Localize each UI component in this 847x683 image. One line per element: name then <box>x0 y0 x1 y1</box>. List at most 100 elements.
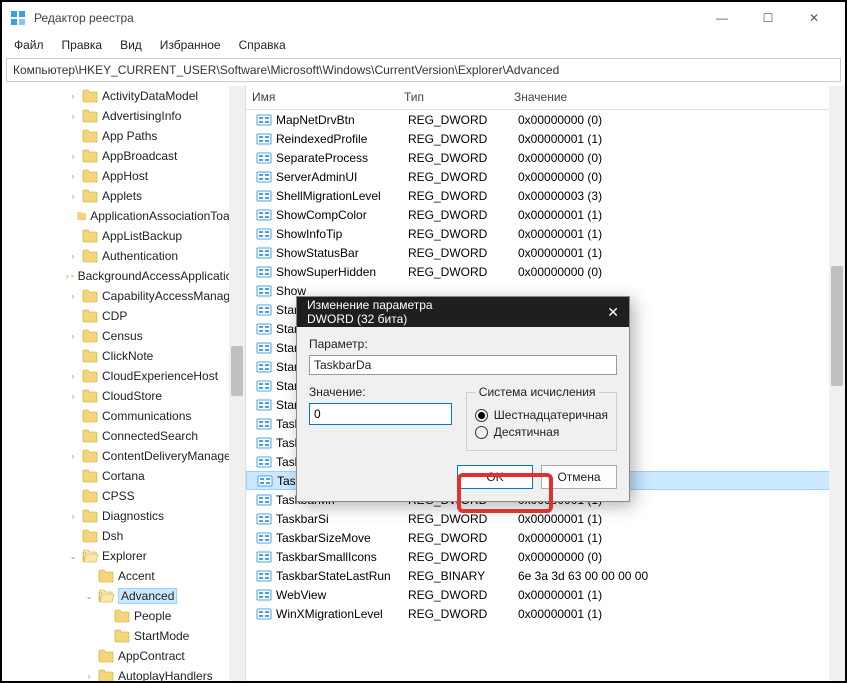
list-row[interactable]: TaskbarSiREG_DWORD0x00000001 (1) <box>246 509 845 528</box>
tree-item-capabilityaccessmanager[interactable]: ›CapabilityAccessManager <box>2 286 245 306</box>
cell-type: REG_DWORD <box>408 531 518 545</box>
menu-file[interactable]: Файл <box>6 36 52 54</box>
tree-item-authentication[interactable]: ›Authentication <box>2 246 245 266</box>
tree-item-label: AutoplayHandlers <box>118 669 213 681</box>
tree-item-clicknote[interactable]: ClickNote <box>2 346 245 366</box>
menu-favorites[interactable]: Избранное <box>152 36 229 54</box>
tree-scrollbar[interactable] <box>229 86 245 681</box>
list-row[interactable]: MapNetDrvBtnREG_DWORD0x00000000 (0) <box>246 110 845 129</box>
tree-pane[interactable]: ›ActivityDataModel›AdvertisingInfoApp Pa… <box>2 86 246 681</box>
chevron-icon[interactable]: › <box>66 512 80 521</box>
tree-item-communications[interactable]: Communications <box>2 406 245 426</box>
close-button[interactable]: ✕ <box>791 2 837 34</box>
tree-item-applistbackup[interactable]: AppListBackup <box>2 226 245 246</box>
column-type[interactable]: Тип <box>398 86 508 109</box>
chevron-icon[interactable]: ⌄ <box>66 552 80 561</box>
chevron-icon[interactable]: › <box>66 372 80 381</box>
tree-item-dsh[interactable]: Dsh <box>2 526 245 546</box>
list-row[interactable]: WinXMigrationLevelREG_DWORD0x00000001 (1… <box>246 604 845 623</box>
tree-item-census[interactable]: ›Census <box>2 326 245 346</box>
maximize-button[interactable]: ☐ <box>745 2 791 34</box>
chevron-icon[interactable]: › <box>66 152 80 161</box>
address-bar[interactable]: Компьютер\HKEY_CURRENT_USER\Software\Mic… <box>6 58 841 82</box>
tree-item-cpss[interactable]: CPSS <box>2 486 245 506</box>
dialog-close-button[interactable]: ✕ <box>463 304 619 321</box>
tree-item-contentdeliverymanager[interactable]: ›ContentDeliveryManager <box>2 446 245 466</box>
list-row[interactable]: SeparateProcessREG_DWORD0x00000000 (0) <box>246 148 845 167</box>
tree-item-applicationassociationtoasts[interactable]: ApplicationAssociationToasts <box>2 206 245 226</box>
list-row[interactable]: ShowStatusBarREG_DWORD0x00000001 (1) <box>246 243 845 262</box>
tree-item-apphost[interactable]: ›AppHost <box>2 166 245 186</box>
chevron-icon[interactable]: › <box>66 172 80 181</box>
chevron-icon[interactable]: › <box>66 292 80 301</box>
tree-item-app-paths[interactable]: App Paths <box>2 126 245 146</box>
list-row[interactable]: TaskbarSizeMoveREG_DWORD0x00000001 (1) <box>246 528 845 547</box>
cell-value: 0x00000001 (1) <box>518 512 845 526</box>
tree-item-cloudexperiencehost[interactable]: ›CloudExperienceHost <box>2 366 245 386</box>
tree-item-connectedsearch[interactable]: ConnectedSearch <box>2 426 245 446</box>
column-value[interactable]: Значение <box>508 86 845 109</box>
radio-dec[interactable]: Десятичная <box>475 425 608 439</box>
tree-item-cloudstore[interactable]: ›CloudStore <box>2 386 245 406</box>
tree-item-diagnostics[interactable]: ›Diagnostics <box>2 506 245 526</box>
value-input[interactable] <box>309 403 452 425</box>
chevron-icon[interactable]: › <box>66 272 69 281</box>
ok-button[interactable]: OK <box>457 465 533 489</box>
chevron-icon[interactable]: › <box>66 252 80 261</box>
cell-value: 0x00000001 (1) <box>518 132 845 146</box>
tree-item-appcontract[interactable]: AppContract <box>2 646 245 666</box>
cell-type: REG_DWORD <box>408 246 518 260</box>
chevron-icon[interactable]: › <box>66 452 80 461</box>
list-row[interactable]: ShowInfoTipREG_DWORD0x00000001 (1) <box>246 224 845 243</box>
cell-name: WebView <box>276 588 408 602</box>
param-label: Параметр: <box>309 337 617 351</box>
minimize-button[interactable]: — <box>699 2 745 34</box>
tree-item-accent[interactable]: Accent <box>2 566 245 586</box>
tree-item-appbroadcast[interactable]: ›AppBroadcast <box>2 146 245 166</box>
list-row[interactable]: ShowSuperHiddenREG_DWORD0x00000000 (0) <box>246 262 845 281</box>
radio-hex[interactable]: Шестнадцатеричная <box>475 408 608 422</box>
tree-item-activitydatamodel[interactable]: ›ActivityDataModel <box>2 86 245 106</box>
tree-item-backgroundaccessapplications[interactable]: ›BackgroundAccessApplications <box>2 266 245 286</box>
list-row[interactable]: WebViewREG_DWORD0x00000001 (1) <box>246 585 845 604</box>
chevron-icon[interactable]: › <box>66 332 80 341</box>
menu-view[interactable]: Вид <box>112 36 150 54</box>
list-row[interactable]: TaskbarStateLastRunREG_BINARY6e 3a 3d 63… <box>246 566 845 585</box>
tree-item-autoplayhandlers[interactable]: › AutoplayHandlers <box>2 666 245 681</box>
tree-item-label: ApplicationAssociationToasts <box>90 209 245 223</box>
tree-item-cortana[interactable]: Cortana <box>2 466 245 486</box>
base-legend: Система исчисления <box>475 385 600 399</box>
list-scrollbar[interactable] <box>829 86 845 681</box>
cancel-button[interactable]: Отмена <box>541 465 617 489</box>
chevron-icon[interactable]: › <box>66 192 80 201</box>
cell-value: 0x00000001 (1) <box>518 588 845 602</box>
list-row[interactable]: ShowCompColorREG_DWORD0x00000001 (1) <box>246 205 845 224</box>
tree-item-applets[interactable]: ›Applets <box>2 186 245 206</box>
menu-edit[interactable]: Правка <box>54 36 111 54</box>
list-row[interactable]: ServerAdminUIREG_DWORD0x00000000 (0) <box>246 167 845 186</box>
list-row[interactable]: TaskbarSmallIconsREG_DWORD0x00000000 (0) <box>246 547 845 566</box>
tree-item-people[interactable]: People <box>2 606 245 626</box>
dialog-titlebar[interactable]: Изменение параметра DWORD (32 бита) ✕ <box>297 297 629 327</box>
folder-icon <box>82 189 98 203</box>
menubar: Файл Правка Вид Избранное Справка <box>2 34 845 56</box>
chevron-icon[interactable]: › <box>66 112 80 121</box>
tree-item-label: People <box>134 609 171 623</box>
tree-item-cdp[interactable]: CDP <box>2 306 245 326</box>
tree-item-advertisinginfo[interactable]: ›AdvertisingInfo <box>2 106 245 126</box>
tree-item-explorer[interactable]: ⌄Explorer <box>2 546 245 566</box>
list-row[interactable]: ShellMigrationLevelREG_DWORD0x00000003 (… <box>246 186 845 205</box>
chevron-icon[interactable]: › <box>66 392 80 401</box>
menu-help[interactable]: Справка <box>231 36 294 54</box>
chevron-icon[interactable]: ⌄ <box>82 592 96 601</box>
column-name[interactable]: Имя <box>246 86 398 109</box>
cell-name: ReindexedProfile <box>276 132 408 146</box>
tree-item-advanced[interactable]: ⌄Advanced <box>2 586 245 606</box>
chevron-icon[interactable]: › <box>66 92 80 101</box>
tree-item-label: AppContract <box>118 649 185 663</box>
folder-icon <box>82 449 98 463</box>
folder-icon <box>82 129 98 143</box>
tree-item-startmode[interactable]: StartMode <box>2 626 245 646</box>
chevron-icon[interactable]: › <box>82 672 96 681</box>
list-row[interactable]: ReindexedProfileREG_DWORD0x00000001 (1) <box>246 129 845 148</box>
